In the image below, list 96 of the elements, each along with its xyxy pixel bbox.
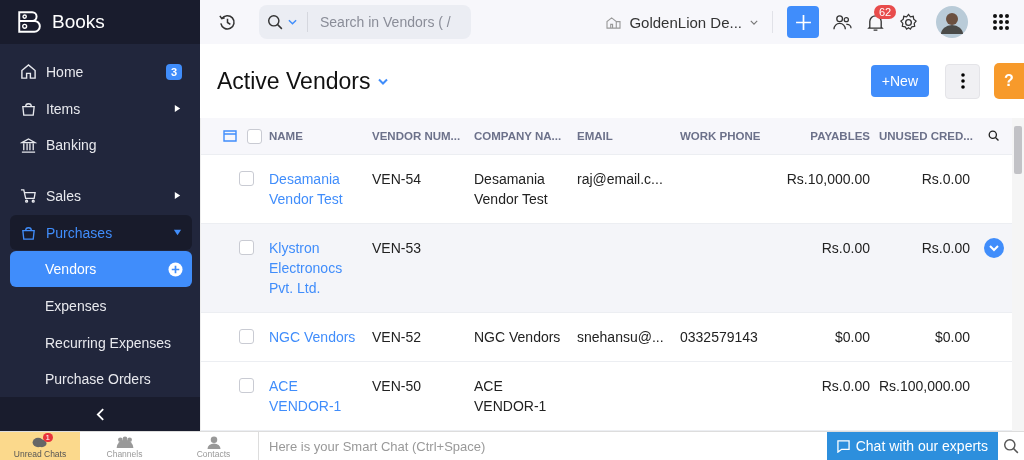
more-button[interactable] — [945, 63, 980, 99]
column-header[interactable]: COMPANY NA... — [471, 126, 574, 146]
building-icon — [606, 15, 622, 29]
table-cell-text: Rs.10,000.00 — [785, 170, 870, 189]
books-logo-icon — [16, 9, 42, 35]
table-cell-text: Rs.0.00 — [820, 377, 870, 396]
column-header[interactable]: EMAIL — [574, 126, 677, 146]
chevron-down-icon — [288, 19, 297, 25]
checkbox[interactable] — [239, 240, 254, 255]
settings-icon[interactable] — [899, 12, 918, 32]
app-grid-icon[interactable] — [992, 13, 1010, 31]
people-icon[interactable] — [833, 12, 852, 32]
table-layout-icon[interactable] — [223, 130, 237, 142]
table-cell-text: Desamania Vendor Test — [474, 170, 549, 209]
new-button[interactable]: +New — [870, 65, 929, 97]
table-cell-text: ACE VENDOR-1 — [474, 377, 548, 416]
table-cell-text: 0332579143 — [680, 328, 759, 347]
sidebar-subitem[interactable]: Expenses — [10, 288, 192, 324]
column-header[interactable]: PAYABLES — [781, 126, 876, 146]
avatar[interactable] — [936, 6, 968, 38]
chat-tab[interactable]: Contacts — [169, 432, 258, 460]
vendor-name-link[interactable]: NGC Vendors — [269, 327, 365, 347]
sidebar-subitem[interactable]: Purchase Orders — [10, 361, 192, 397]
notification-badge: 62 — [874, 4, 897, 19]
table-row[interactable]: Klystron Electronocs Pvt. Ltd. VEN-53 Rs.0.00 Rs.0.00 — [201, 224, 1012, 313]
clock-refresh-icon[interactable] — [218, 12, 237, 32]
table-cell-text: VEN-50 — [372, 377, 423, 396]
table-cell-text: NGC Vendors — [474, 328, 562, 347]
sidebar-item[interactable]: Purchases — [10, 214, 192, 251]
sidebar-subitem-label: Expenses — [45, 297, 107, 314]
more-vertical-icon — [960, 73, 965, 89]
sidebar-item-label: Items — [46, 100, 82, 117]
scrollbar[interactable] — [1012, 118, 1024, 431]
chevron-circle-icon[interactable] — [983, 238, 1004, 258]
table-cell-text: Rs.0.00 — [920, 239, 970, 258]
column-header[interactable]: NAME — [266, 126, 369, 146]
search-bar[interactable]: Search in Vendors ( / — [259, 5, 471, 39]
bank-icon — [20, 136, 37, 154]
page-title[interactable]: Active Vendors — [217, 67, 371, 95]
chat-tab[interactable]: 1 Unread Chats — [0, 432, 80, 460]
unread-badge: 1 — [42, 433, 53, 442]
vendor-name-link[interactable]: Desamania Vendor Test — [269, 169, 365, 209]
sidebar-subitem-label: Purchase Orders — [45, 371, 151, 388]
sidebar-subitem-label: Recurring Expenses — [45, 334, 172, 351]
vendor-name-link[interactable]: Klystron Electronocs Pvt. Ltd. — [269, 238, 365, 298]
checkbox[interactable] — [239, 329, 254, 344]
chevron-down-icon[interactable] — [378, 77, 389, 85]
shopping-bag-icon — [20, 100, 37, 117]
chevron-down-icon — [750, 19, 758, 25]
table-cell-text: snehansu@... — [577, 328, 665, 347]
column-header[interactable]: VENDOR NUM... — [369, 126, 471, 146]
chevron-left-icon — [95, 407, 105, 421]
vendor-name-link[interactable]: ACE VENDOR-1 — [269, 376, 365, 416]
sidebar-item[interactable]: Items — [10, 90, 192, 127]
chat-tab[interactable]: Channels — [80, 432, 169, 460]
table-cell-text: $0.00 — [833, 328, 870, 347]
sidebar-subitem-label: Vendors — [45, 261, 97, 278]
sidebar-subitem[interactable]: Vendors — [10, 251, 192, 288]
organization-selector[interactable]: GoldenLion De... — [606, 13, 758, 31]
table-cell-text: VEN-53 — [372, 239, 423, 258]
quick-create-button[interactable] — [787, 6, 819, 38]
sidebar-item-label: Sales — [46, 187, 83, 204]
sidebar-item-label: Home — [46, 63, 85, 80]
home-icon — [20, 63, 37, 81]
sidebar-item[interactable]: Banking — [10, 127, 192, 163]
people-icon — [114, 436, 135, 449]
search-icon[interactable] — [1003, 437, 1020, 455]
sidebar-item-label: Purchases — [46, 224, 114, 241]
sidebar-item-label: Banking — [46, 137, 98, 154]
table-cell-text: $0.00 — [933, 328, 970, 347]
table-cell-text: Rs.0.00 — [820, 239, 870, 258]
app-name: Books — [52, 11, 105, 33]
count-badge: 3 — [165, 63, 182, 80]
search-icon[interactable] — [987, 130, 1000, 142]
table-cell-text: raj@email.c... — [577, 170, 664, 189]
chat-icon — [836, 439, 850, 453]
chat-with-experts-button[interactable]: Chat with our experts — [826, 432, 998, 460]
sidebar-item[interactable]: Sales — [10, 178, 192, 214]
column-header[interactable]: UNUSED CRED... — [876, 126, 976, 146]
table-cell-text: VEN-54 — [372, 170, 423, 189]
checkbox[interactable] — [239, 171, 254, 186]
table-cell-text: Rs.0.00 — [920, 170, 970, 189]
search-input[interactable]: Search in Vendors ( / — [318, 13, 462, 31]
plus-icon — [794, 13, 812, 31]
plus-circle-icon[interactable] — [168, 261, 183, 277]
cart-icon — [20, 187, 37, 205]
sidebar-item[interactable]: Home 3 — [10, 54, 192, 90]
shopping-bag-icon — [20, 224, 37, 241]
table-cell-text: Rs.100,000.00 — [879, 377, 970, 396]
checkbox[interactable] — [247, 128, 262, 144]
table-cell-text: VEN-52 — [372, 328, 423, 347]
search-icon — [267, 13, 284, 31]
sidebar-subitem[interactable]: Recurring Expenses — [10, 324, 192, 361]
column-header[interactable]: WORK PHONE — [677, 126, 781, 146]
table-row[interactable]: NGC Vendors VEN-52 NGC Vendors snehansu@... 0332579143 $0.00 $0.00 — [201, 313, 1012, 362]
checkbox[interactable] — [239, 378, 254, 393]
